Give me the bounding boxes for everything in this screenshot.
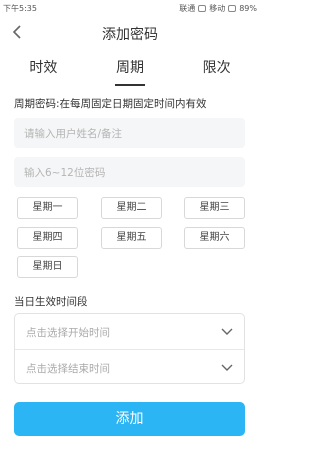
tab-limited-count[interactable]: 限次 xyxy=(173,54,260,86)
periodic-description: 周期密码:在每周固定日期固定时间内有效 xyxy=(14,98,207,110)
mobile-label: 移动 xyxy=(209,4,226,13)
end-time-select[interactable]: 点击选择结束时间 xyxy=(15,350,244,385)
weekday-wednesday[interactable]: 星期三 xyxy=(184,197,245,219)
header: 添加密码 xyxy=(0,16,260,50)
end-time-placeholder: 点击选择结束时间 xyxy=(26,363,110,375)
name-input[interactable]: 请输入用户姓名/备注 xyxy=(14,118,245,148)
weekday-tuesday[interactable]: 星期二 xyxy=(101,197,162,219)
battery-level: 89% xyxy=(239,4,257,13)
page-title: 添加密码 xyxy=(102,27,158,43)
battery-icon xyxy=(228,5,237,12)
start-time-select[interactable]: 点击选择开始时间 xyxy=(15,314,244,349)
tab-timed[interactable]: 时效 xyxy=(0,54,87,86)
status-bar: 下午5:35 联通 移动 89% xyxy=(0,0,260,16)
chevron-down-icon xyxy=(221,364,233,371)
weekday-monday[interactable]: 星期一 xyxy=(17,197,78,219)
weekday-saturday[interactable]: 星期六 xyxy=(184,227,245,249)
start-time-placeholder: 点击选择开始时间 xyxy=(26,327,110,339)
tab-bar: 时效 周期 限次 xyxy=(0,54,260,86)
chevron-down-icon xyxy=(221,328,233,335)
add-button[interactable]: 添加 xyxy=(14,402,245,436)
active-tab-indicator xyxy=(115,84,145,86)
status-time: 下午5:35 xyxy=(3,4,37,13)
tab-periodic[interactable]: 周期 xyxy=(87,54,174,86)
signal-icon xyxy=(198,5,207,12)
time-section-label: 当日生效时间段 xyxy=(14,296,88,308)
status-icons: 联通 移动 89% xyxy=(179,3,257,14)
tab-label: 限次 xyxy=(202,60,231,76)
tab-label: 周期 xyxy=(116,60,144,76)
password-input[interactable]: 输入6~12位密码 xyxy=(14,157,245,187)
weekday-friday[interactable]: 星期五 xyxy=(101,227,162,249)
tab-label: 时效 xyxy=(29,60,58,76)
weekday-sunday[interactable]: 星期日 xyxy=(17,256,78,278)
network-label: 联通 xyxy=(179,4,196,13)
weekday-thursday[interactable]: 星期四 xyxy=(17,227,78,249)
time-range-box: 点击选择开始时间 点击选择结束时间 xyxy=(14,313,245,384)
